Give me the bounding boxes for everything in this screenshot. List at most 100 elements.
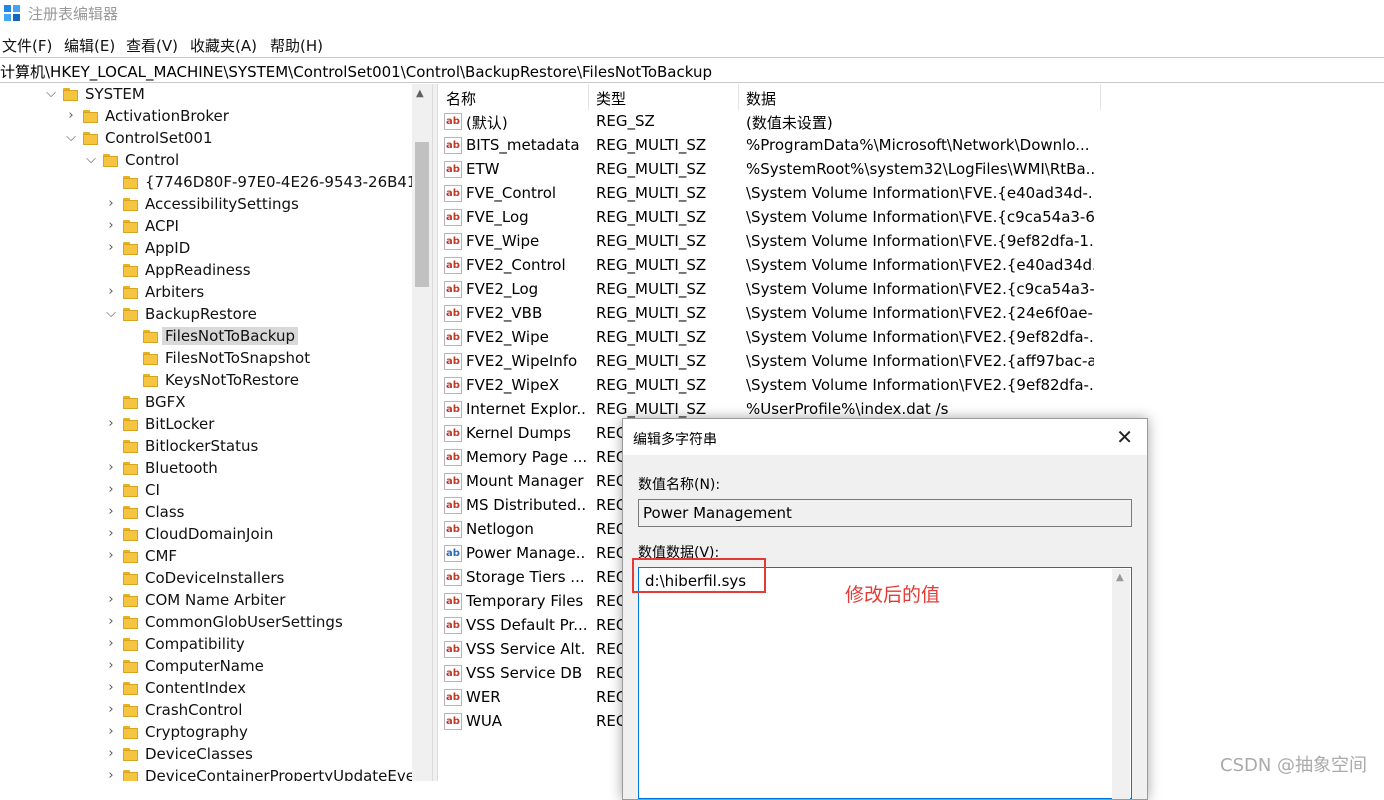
tree-item[interactable]: ⌵ ControlSet001 — [0, 128, 412, 150]
chevron-down-icon[interactable]: ⌵ — [104, 306, 118, 322]
chevron-right-icon[interactable]: › — [104, 636, 118, 652]
tree-item-label[interactable]: COM Name Arbiter — [145, 591, 285, 609]
column-header-type[interactable]: 类型 — [588, 84, 739, 110]
chevron-right-icon[interactable]: › — [104, 702, 118, 718]
scroll-up-icon[interactable]: ▲ — [1116, 572, 1124, 583]
chevron-right-icon[interactable]: › — [104, 548, 118, 564]
tree-item[interactable]: › CloudDomainJoin — [0, 524, 412, 546]
tree-item-label[interactable]: BackupRestore — [145, 305, 257, 323]
chevron-right-icon[interactable]: › — [104, 680, 118, 696]
menu-favorites[interactable]: 收藏夹(A) — [190, 35, 257, 56]
column-header-data[interactable]: 数据 — [738, 84, 1101, 110]
tree-item[interactable]: › AppID — [0, 238, 412, 260]
tree-item[interactable]: › Arbiters — [0, 282, 412, 304]
tree-item[interactable]: › ActivationBroker — [0, 106, 412, 128]
tree-item[interactable]: FilesNotToBackup — [0, 326, 412, 348]
chevron-right-icon[interactable]: › — [104, 284, 118, 300]
tree-item-label[interactable]: ContentIndex — [145, 679, 246, 697]
tree-item-label[interactable]: CMF — [145, 547, 177, 565]
chevron-right-icon[interactable]: › — [64, 108, 78, 124]
address-bar[interactable]: 计算机\HKEY_LOCAL_MACHINE\SYSTEM\ControlSet… — [0, 57, 1384, 83]
chevron-right-icon[interactable]: › — [104, 196, 118, 212]
tree-item[interactable]: BGFX — [0, 392, 412, 414]
value-row[interactable]: ab FVE2_WipeInfo REG_MULTI_SZ \System Volum… — [438, 350, 1384, 374]
tree-item-label[interactable]: CloudDomainJoin — [145, 525, 273, 543]
chevron-right-icon[interactable]: › — [104, 724, 118, 740]
tree-item-label[interactable]: CoDeviceInstallers — [145, 569, 284, 587]
close-icon[interactable]: ✕ — [1116, 425, 1133, 449]
value-row[interactable]: ab BITS_metadata REG_MULTI_SZ %ProgramData%… — [438, 134, 1384, 158]
tree-item[interactable]: {7746D80F-97E0-4E26-9543-26B41FC — [0, 172, 432, 194]
value-row[interactable]: ab FVE2_Control REG_MULTI_SZ \System Volume… — [438, 254, 1384, 278]
tree-item[interactable]: › AccessibilitySettings — [0, 194, 412, 216]
tree-item[interactable]: › CI — [0, 480, 412, 502]
tree-item[interactable]: BitlockerStatus — [0, 436, 412, 458]
value-row[interactable]: ab FVE_Wipe REG_MULTI_SZ \System Volume Inf… — [438, 230, 1384, 254]
tree-item-label[interactable]: Class — [145, 503, 184, 521]
tree-item[interactable]: › Class — [0, 502, 412, 524]
tree-item-label[interactable]: CI — [145, 481, 160, 499]
value-row[interactable]: ab FVE2_Wipe REG_MULTI_SZ \System Volume In… — [438, 326, 1384, 350]
tree-item[interactable]: › Cryptography — [0, 722, 412, 744]
chevron-right-icon[interactable]: › — [104, 504, 118, 520]
chevron-right-icon[interactable]: › — [104, 746, 118, 762]
tree-item[interactable]: › BitLocker — [0, 414, 412, 436]
tree-item-label[interactable]: KeysNotToRestore — [165, 371, 299, 389]
tree-scrollbar-thumb[interactable] — [415, 142, 429, 287]
tree-item[interactable]: AppReadiness — [0, 260, 412, 282]
menu-edit[interactable]: 编辑(E) — [64, 35, 115, 56]
tree-item-label[interactable]: BitlockerStatus — [145, 437, 258, 455]
tree-item[interactable]: › ACPI — [0, 216, 412, 238]
column-header-name[interactable]: 名称 — [438, 84, 589, 110]
tree-item[interactable]: › CMF — [0, 546, 412, 568]
value-row[interactable]: ab FVE_Log REG_MULTI_SZ \System Volume Info… — [438, 206, 1384, 230]
tree-item[interactable]: ⌵ Control — [0, 150, 412, 172]
chevron-right-icon[interactable]: › — [104, 768, 118, 781]
tree-item[interactable]: › ContentIndex — [0, 678, 412, 700]
chevron-right-icon[interactable]: › — [104, 416, 118, 432]
tree-item-label[interactable]: ACPI — [145, 217, 179, 235]
value-row[interactable]: ab (默认) REG_SZ (数值未设置) — [438, 110, 1384, 134]
chevron-right-icon[interactable]: › — [104, 658, 118, 674]
tree-item-label[interactable]: Control — [125, 151, 179, 169]
tree-item-label[interactable]: BitLocker — [145, 415, 214, 433]
tree-scrollbar[interactable]: ▲ — [412, 84, 432, 781]
value-row[interactable]: ab ETW REG_MULTI_SZ %SystemRoot%\system32\L… — [438, 158, 1384, 182]
chevron-right-icon[interactable]: › — [104, 218, 118, 234]
tree-item-label[interactable]: Arbiters — [145, 283, 204, 301]
tree-item[interactable]: › ComputerName — [0, 656, 412, 678]
tree-item-label[interactable]: {7746D80F-97E0-4E26-9543-26B41FC — [145, 173, 432, 191]
tree-item-label[interactable]: ComputerName — [145, 657, 264, 675]
chevron-right-icon[interactable]: › — [104, 526, 118, 542]
tree-item[interactable]: › CrashControl — [0, 700, 412, 722]
tree-item-label[interactable]: ActivationBroker — [105, 107, 229, 125]
chevron-right-icon[interactable]: › — [104, 460, 118, 476]
tree-item-label[interactable]: ControlSet001 — [105, 129, 212, 147]
tree-item[interactable]: › Bluetooth — [0, 458, 412, 480]
scroll-up-icon[interactable]: ▲ — [416, 88, 424, 99]
tree-item[interactable]: KeysNotToRestore — [0, 370, 412, 392]
menu-help[interactable]: 帮助(H) — [270, 35, 323, 56]
chevron-down-icon[interactable]: ⌵ — [84, 152, 98, 168]
value-row[interactable]: ab FVE2_VBB REG_MULTI_SZ \System Volume Inf… — [438, 302, 1384, 326]
textarea-scrollbar[interactable]: ▲ — [1112, 569, 1130, 799]
chevron-right-icon[interactable]: › — [104, 614, 118, 630]
tree-item[interactable]: › Compatibility — [0, 634, 412, 656]
menu-view[interactable]: 查看(V) — [126, 35, 178, 56]
address-path[interactable]: 计算机\HKEY_LOCAL_MACHINE\SYSTEM\ControlSet… — [0, 61, 712, 82]
value-row[interactable]: ab FVE_Control REG_MULTI_SZ \System Volume … — [438, 182, 1384, 206]
tree-item[interactable]: › COM Name Arbiter — [0, 590, 412, 612]
chevron-down-icon[interactable]: ⌵ — [44, 86, 58, 102]
menu-file[interactable]: 文件(F) — [2, 35, 52, 56]
chevron-down-icon[interactable]: ⌵ — [64, 130, 78, 146]
tree-item[interactable]: › DeviceContainerPropertyUpdateEvents — [0, 766, 432, 781]
tree-item-label[interactable]: SYSTEM — [85, 85, 145, 103]
tree-item[interactable]: CoDeviceInstallers — [0, 568, 412, 590]
tree-item-label[interactable]: AppID — [145, 239, 190, 257]
tree-item[interactable]: ⌵ SYSTEM — [0, 84, 412, 106]
tree-item-label[interactable]: Compatibility — [145, 635, 245, 653]
tree-item-label[interactable]: FilesNotToBackup — [162, 327, 298, 345]
tree-item-label[interactable]: DeviceContainerPropertyUpdateEvents — [145, 767, 432, 781]
value-row[interactable]: ab FVE2_WipeX REG_MULTI_SZ \System Volume I… — [438, 374, 1384, 398]
tree-item-label[interactable]: FilesNotToSnapshot — [165, 349, 310, 367]
